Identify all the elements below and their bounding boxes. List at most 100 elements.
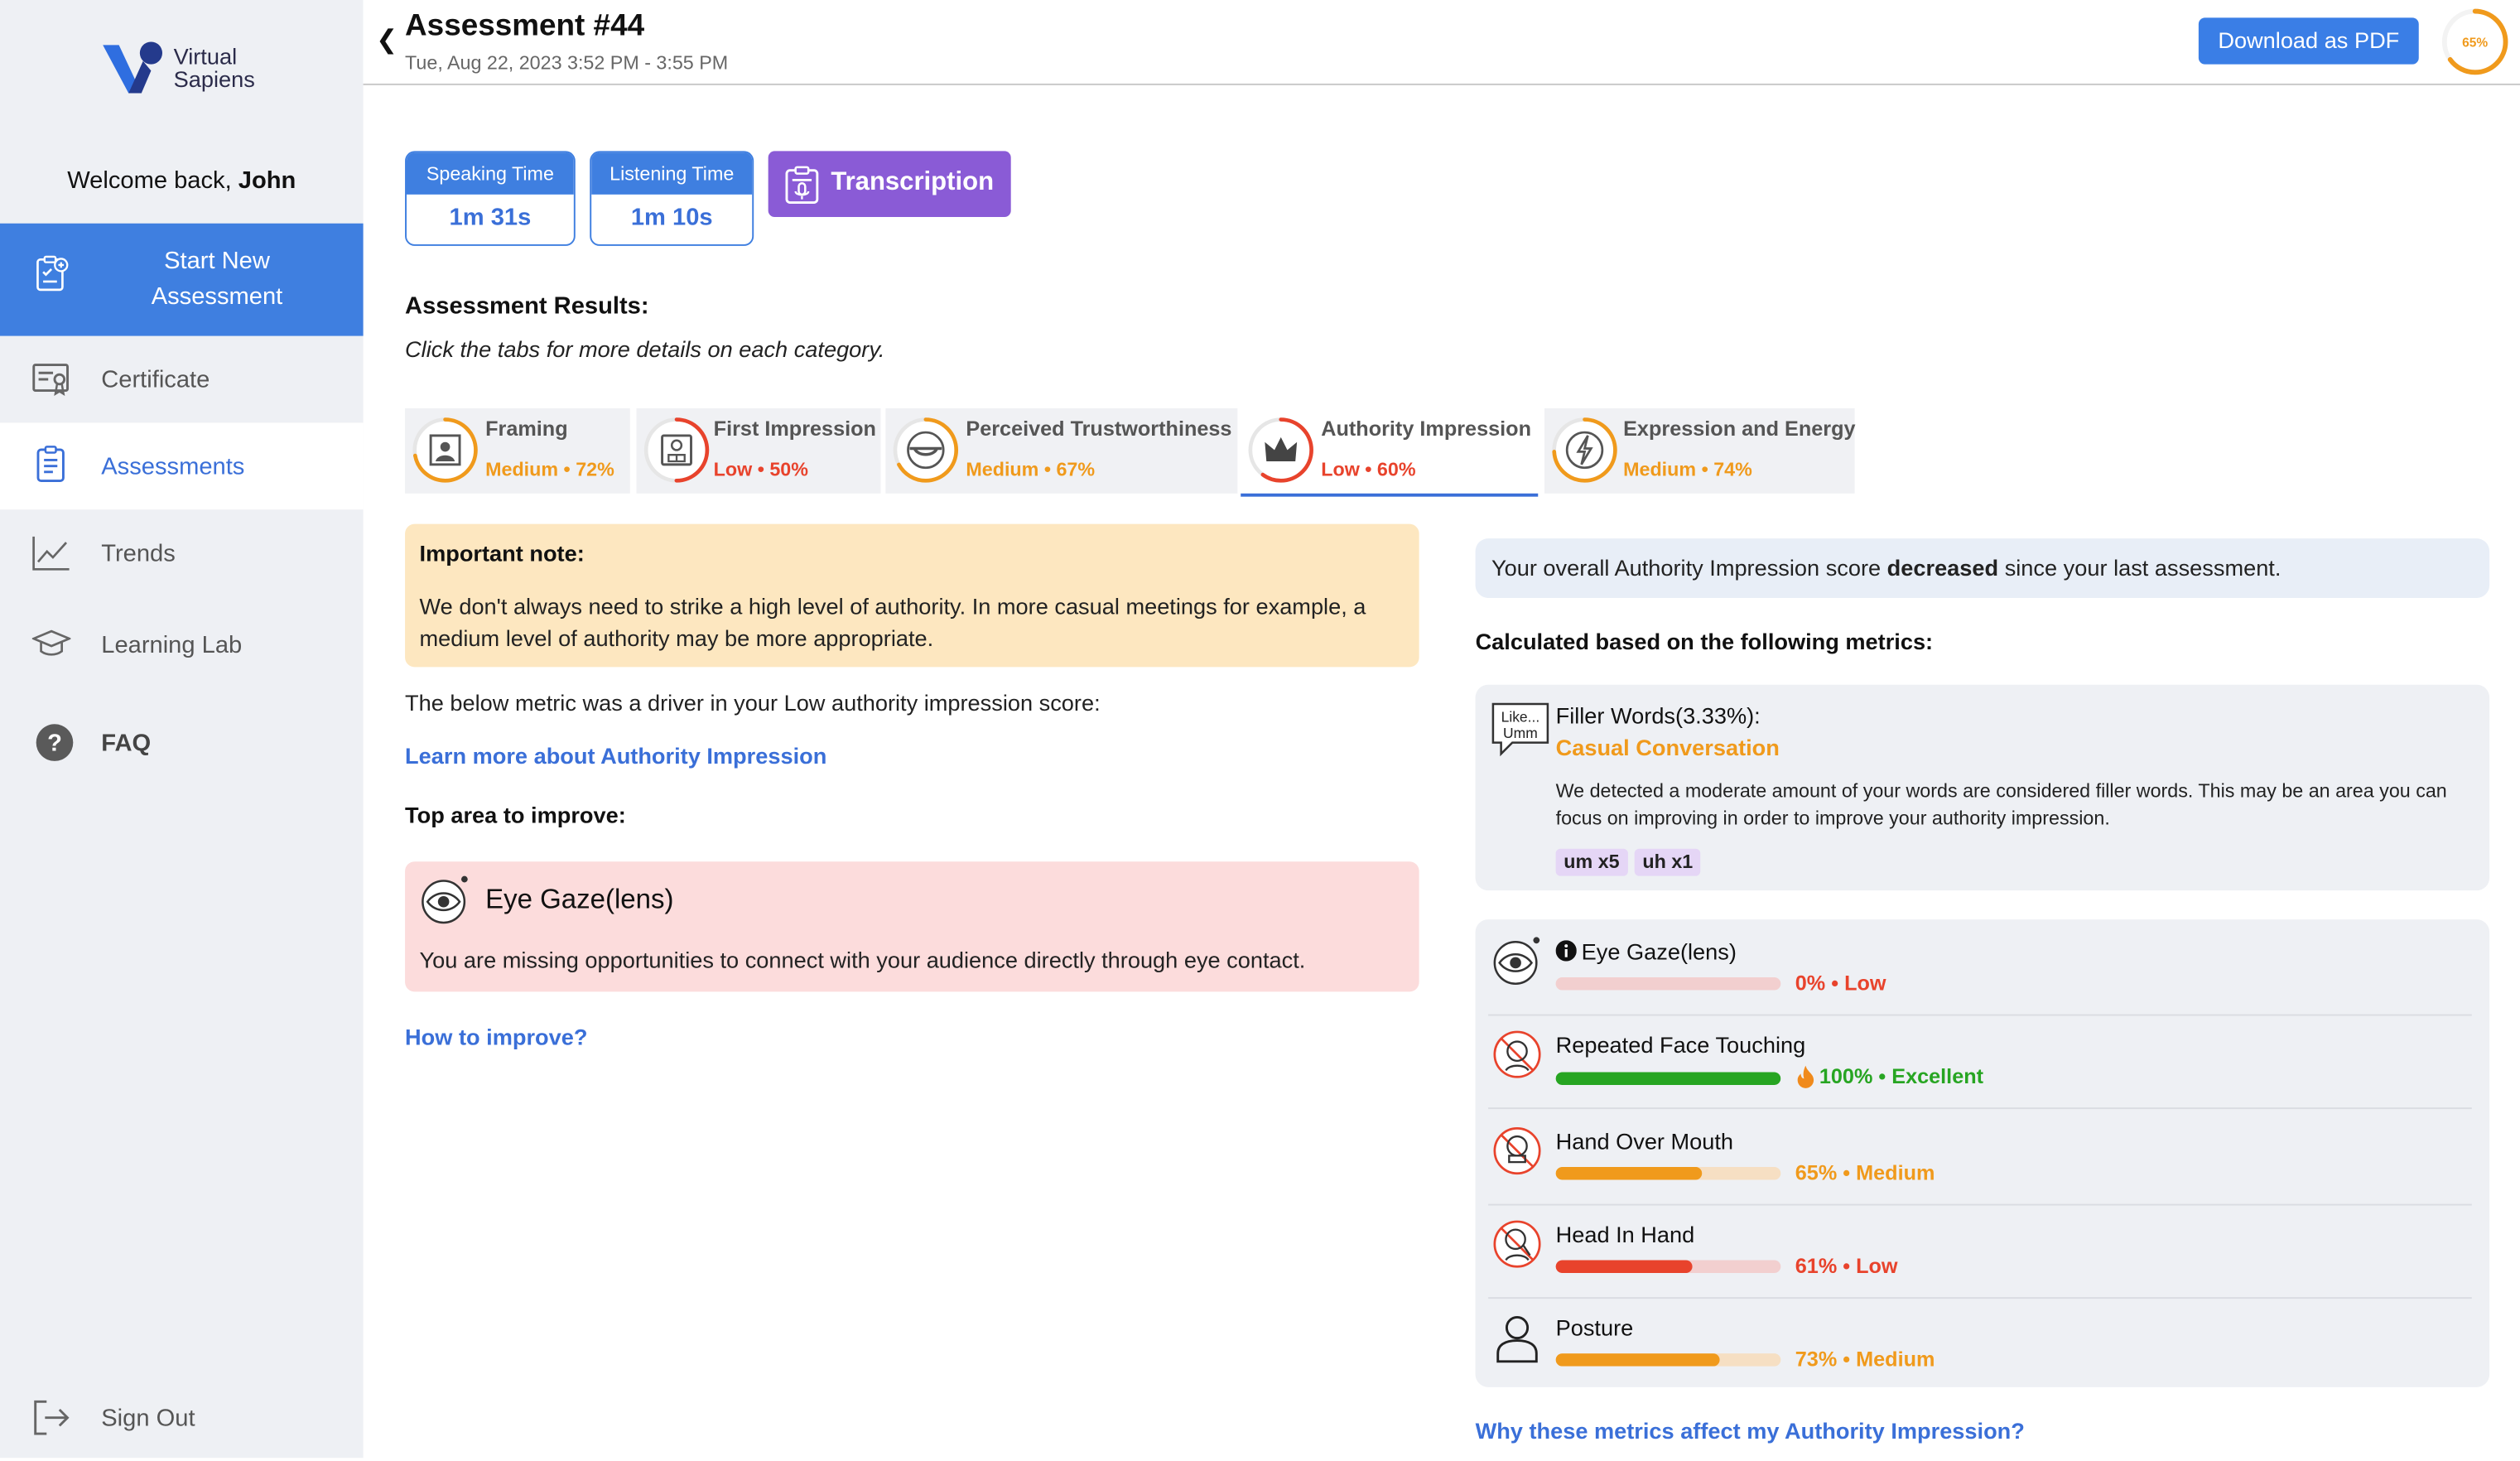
tab-label: First Impression xyxy=(713,416,876,441)
sidebar-item-learning-lab[interactable]: Learning Lab xyxy=(0,601,364,688)
sidebar-item-label: FAQ xyxy=(101,729,152,757)
metric-name: Repeated Face Touching xyxy=(1555,1031,1806,1058)
eye-gaze-icon xyxy=(1493,937,1540,985)
metric-bar-fill xyxy=(1555,1260,1694,1274)
filler-icon-line1: Like... xyxy=(1501,708,1540,725)
tab-expression-and-energy[interactable]: Expression and Energy Medium • 74% xyxy=(1544,407,1856,494)
tab-level: Medium xyxy=(485,458,559,481)
tab-level: Medium xyxy=(1623,458,1697,481)
overall-score-text: 65% xyxy=(2462,36,2488,50)
brand-logo[interactable]: Virtual Sapiens xyxy=(99,39,276,104)
tab-label: Expression and Energy xyxy=(1623,416,1856,441)
metric-name: Eye Gaze(lens) xyxy=(1581,938,1737,965)
sidebar-item-faq[interactable]: ? FAQ xyxy=(0,699,364,786)
posture-icon xyxy=(1496,1315,1538,1363)
score-change-banner: Your overall Authority Impression score … xyxy=(1475,538,2490,598)
metrics-title: Calculated based on the following metric… xyxy=(1475,628,1934,654)
score-change-prefix: Your overall Authority Impression score xyxy=(1491,554,1882,581)
speaking-time-value: 1m 31s xyxy=(449,204,532,232)
tab-pct: 50% xyxy=(769,458,808,481)
tab-perceived-trustworthiness[interactable]: Perceived Trustworthiness Medium • 67% xyxy=(885,407,1238,494)
how-to-improve-link[interactable]: How to improve? xyxy=(405,1024,587,1049)
tab-first-impression[interactable]: First Impression Low • 50% xyxy=(636,407,881,494)
svg-text:?: ? xyxy=(47,730,62,756)
transcription-button[interactable]: Transcription xyxy=(768,151,1011,217)
tab-level: Low xyxy=(713,458,753,481)
metric-row-posture[interactable]: Posture 73% • Medium xyxy=(1488,1299,2472,1391)
note-title: Important note: xyxy=(419,540,585,567)
page-title: Assessment #44 xyxy=(405,9,645,44)
top-area-title: Top area to improve: xyxy=(405,802,626,828)
tab-score: Low • 60% xyxy=(1321,458,1416,481)
metric-row-face-touching[interactable]: Repeated Face Touching 100% • Excellent xyxy=(1488,1016,2472,1110)
start-new-assessment-button[interactable]: Start New Assessment xyxy=(0,223,364,336)
metric-bar-fill xyxy=(1555,1353,1720,1367)
user-name: John xyxy=(238,166,296,195)
help-icon: ? xyxy=(36,724,74,761)
tab-score: Medium • 72% xyxy=(485,458,614,481)
tab-framing[interactable]: Framing Medium • 72% xyxy=(405,407,630,494)
sidebar: Virtual Sapiens Welcome back, John Start… xyxy=(0,0,364,1461)
sidebar-item-trends[interactable]: Trends xyxy=(0,509,364,596)
hand-over-mouth-icon xyxy=(1493,1127,1541,1175)
tab-level: Low xyxy=(1321,458,1360,481)
score-change-emphasis: decreased xyxy=(1886,554,1999,581)
listening-time-card: Listening Time 1m 10s xyxy=(590,151,754,246)
note-body: We don't always need to strike a high le… xyxy=(419,593,1366,651)
metric-name: Posture xyxy=(1555,1314,1634,1341)
face-touching-icon xyxy=(1493,1030,1541,1078)
speaking-time-label: Speaking Time xyxy=(406,152,574,195)
results-title: Assessment Results: xyxy=(405,292,649,321)
brand-line1: Virtual xyxy=(173,43,238,70)
sign-out-icon xyxy=(34,1400,70,1435)
assessment-datetime: Tue, Aug 22, 2023 3:52 PM - 3:55 PM xyxy=(405,51,729,75)
framing-score-ring xyxy=(412,417,478,483)
tab-label: Perceived Trustworthiness xyxy=(966,416,1232,441)
brand-line2: Sapiens xyxy=(173,65,255,92)
metric-row-eye-gaze[interactable]: Eye Gaze(lens) 0% • Low xyxy=(1488,923,2472,1016)
certificate-icon xyxy=(32,364,69,396)
tab-authority-impression[interactable]: Authority Impression Low • 60% xyxy=(1241,407,1539,497)
overall-score-ring: 65% xyxy=(2441,8,2508,75)
metric-bar xyxy=(1555,1072,1781,1085)
results-subtitle: Click the tabs for more details on each … xyxy=(405,335,885,362)
metric-row-hand-over-mouth[interactable]: Hand Over Mouth 65% • Medium xyxy=(1488,1112,2472,1206)
sidebar-item-assessments[interactable]: Assessments xyxy=(0,422,364,510)
sidebar-item-label: Learning Lab xyxy=(101,630,243,658)
filler-chip: uh x1 xyxy=(1634,848,1701,876)
authority-score-ring xyxy=(1248,417,1313,483)
top-area-card: Eye Gaze(lens) You are missing opportuni… xyxy=(405,861,1419,992)
welcome-message: Welcome back, John xyxy=(0,167,364,195)
top-area-description: You are missing opportunities to connect… xyxy=(419,947,1306,973)
sign-out-button[interactable]: Sign Out xyxy=(0,1374,364,1461)
learn-more-link[interactable]: Learn more about Authority Impression xyxy=(405,743,826,769)
sidebar-item-label: Certificate xyxy=(101,365,210,393)
download-pdf-button[interactable]: Download as PDF xyxy=(2198,17,2419,65)
filler-icon-line2: Umm xyxy=(1503,725,1538,741)
metric-bar xyxy=(1555,976,1781,991)
metric-score: 100% • Excellent xyxy=(1819,1063,1984,1088)
metric-bar-fill xyxy=(1555,1072,1781,1085)
filler-description: We detected a moderate amount of your wo… xyxy=(1555,779,2447,830)
why-metrics-link[interactable]: Why these metrics affect my Authority Im… xyxy=(1476,1418,2025,1444)
metric-row-head-in-hand[interactable]: Head In Hand 61% • Low xyxy=(1488,1206,2472,1299)
info-icon[interactable] xyxy=(1555,940,1577,962)
sidebar-item-certificate[interactable]: Certificate xyxy=(0,336,364,423)
trends-icon xyxy=(32,536,70,571)
filler-title: Filler Words(3.33%): xyxy=(1555,702,1761,729)
tab-level: Medium xyxy=(966,458,1039,481)
sidebar-item-label: Sign Out xyxy=(101,1404,195,1432)
tab-pct: 60% xyxy=(1376,458,1416,481)
start-new-label-1: Start New xyxy=(164,247,270,275)
filler-words-icon: Like... Umm xyxy=(1491,702,1549,757)
filler-words-card: Like... Umm Filler Words(3.33%): Casual … xyxy=(1475,684,2490,891)
listening-time-label: Listening Time xyxy=(591,152,753,195)
eye-gaze-icon xyxy=(422,875,468,924)
listening-time-value: 1m 10s xyxy=(630,204,713,232)
back-arrow-icon[interactable]: ❮ xyxy=(376,24,398,56)
speaking-time-card: Speaking Time 1m 31s xyxy=(405,151,576,246)
first-impression-score-ring xyxy=(643,417,710,483)
metric-score: 65% • Medium xyxy=(1795,1160,1935,1185)
start-new-label-2: Assessment xyxy=(151,282,283,311)
tab-pct: 72% xyxy=(576,458,614,481)
